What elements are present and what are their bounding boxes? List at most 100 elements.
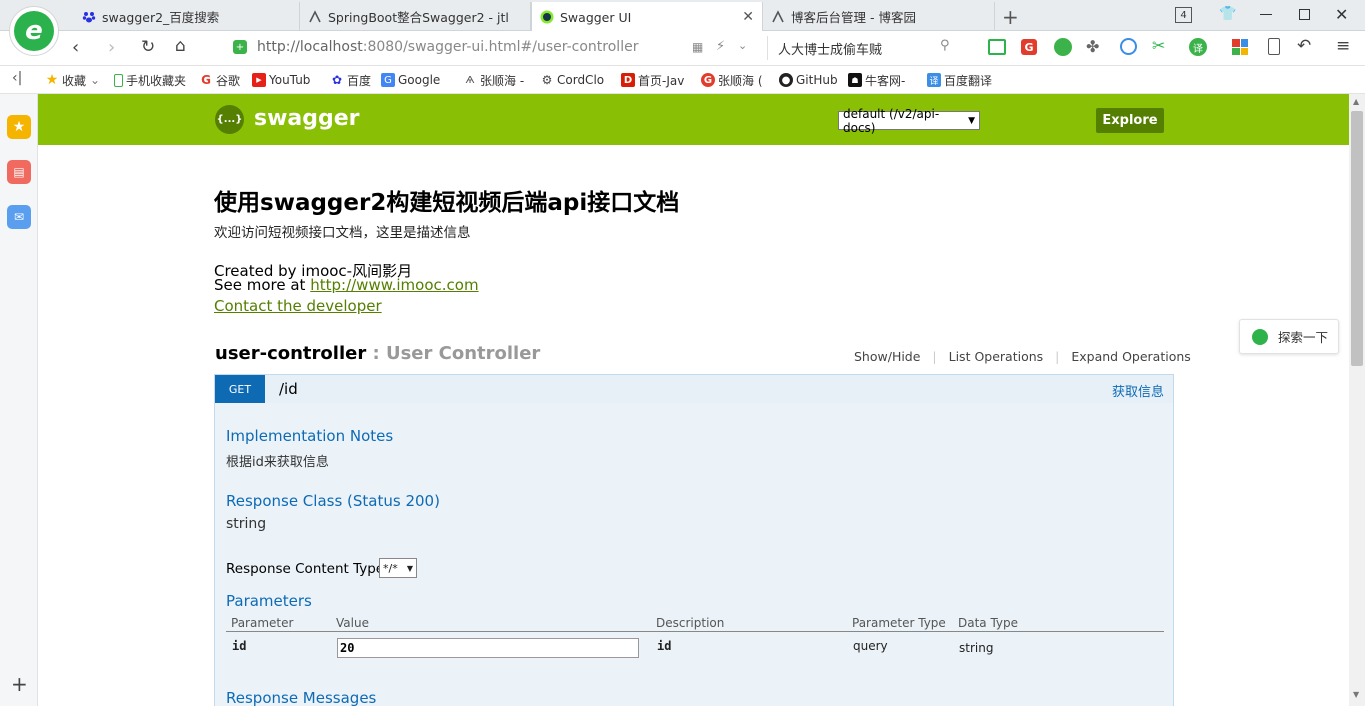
operation-header[interactable]: GET /id 获取信息 bbox=[214, 374, 1174, 404]
controller-heading[interactable]: user-controller : User Controller bbox=[215, 343, 540, 364]
apps-grid-icon[interactable] bbox=[1232, 39, 1248, 55]
close-tab-icon[interactable]: ✕ bbox=[742, 9, 754, 25]
contact-developer-link[interactable]: Contact the developer bbox=[214, 297, 382, 315]
url-field[interactable]: http://localhost:8080/swagger-ui.html#/u… bbox=[257, 39, 638, 55]
content-type-select[interactable]: */* ▼ bbox=[379, 558, 417, 578]
shirt-icon[interactable]: 👕 bbox=[1219, 6, 1236, 22]
tab-springboot-swagger2[interactable]: SpringBoot整合Swagger2 - jtl bbox=[300, 2, 531, 31]
menu-icon[interactable]: ≡ bbox=[1336, 36, 1350, 56]
chevron-down-icon: ⌄ bbox=[90, 73, 101, 87]
url-path: :8080/swagger-ui.html#/user-controller bbox=[362, 39, 639, 55]
swagger-logo-text[interactable]: swagger bbox=[254, 106, 360, 131]
forward-icon[interactable]: › bbox=[108, 37, 115, 58]
block-icon[interactable] bbox=[1120, 38, 1137, 55]
bookmark-baidu[interactable]: ✿ 百度 bbox=[330, 71, 376, 89]
operation-summary[interactable]: 获取信息 bbox=[1112, 381, 1164, 400]
bookmark-baidu-translate[interactable]: 译百度翻译 bbox=[927, 71, 999, 89]
params-header-row: Parameter Value Description Parameter Ty… bbox=[226, 616, 1164, 632]
address-bar: ‹ › ↻ ⌂ + http://localhost:8080/swagger-… bbox=[0, 31, 1365, 66]
search-input[interactable]: 人大博士成偷车贼 bbox=[778, 39, 882, 58]
bookmark-google[interactable]: G Google bbox=[381, 71, 447, 89]
home-icon[interactable]: ⌂ bbox=[175, 36, 186, 56]
value-col-header: Value bbox=[336, 616, 369, 630]
new-tab-icon[interactable]: + bbox=[1002, 5, 1019, 29]
browser-logo-icon[interactable]: e bbox=[9, 6, 59, 56]
swagger-page: {...} swagger default (/v2/api-docs) ▼ E… bbox=[38, 94, 1349, 706]
bookmark-mobile[interactable]: 手机收藏夹 bbox=[114, 71, 192, 89]
controller-actions: Show/Hide | List Operations | Expand Ope… bbox=[854, 349, 1191, 364]
bookmark-zhang-csdn[interactable]: Ѧ 张顺海 - bbox=[463, 71, 527, 89]
operation-body: Implementation Notes 根据id来获取信息 Response … bbox=[214, 403, 1174, 706]
bookmark-github[interactable]: ● GitHub bbox=[779, 71, 841, 89]
nowcoder-icon: ☗ bbox=[848, 73, 862, 87]
device-icon[interactable] bbox=[1268, 38, 1280, 55]
bookmark-java-home[interactable]: D 首页-Jav bbox=[621, 71, 689, 89]
translate-ext-icon[interactable]: 译 bbox=[1189, 38, 1207, 56]
bookmark-youtube[interactable]: ▶ YouTub bbox=[252, 71, 318, 89]
tab-swagger-ui[interactable]: Swagger UI ✕ bbox=[531, 2, 763, 32]
search-box[interactable]: 人大博士成偷车贼 ⚲ bbox=[767, 36, 962, 60]
param-value-input[interactable] bbox=[337, 638, 639, 658]
puzzle-icon[interactable]: ✤ bbox=[1086, 37, 1099, 56]
bookmarks-bar: ‹| ★ 收藏 ⌄ 手机收藏夹 G 谷歌 ▶ YouTub ✿ 百度 G Google Ѧ张… bbox=[0, 66, 1365, 94]
tab-blog-admin[interactable]: 博客后台管理 - 博客园 bbox=[763, 2, 995, 31]
restore-icon[interactable] bbox=[1299, 9, 1310, 20]
mail-icon[interactable]: ✉ bbox=[7, 205, 31, 229]
scroll-up-icon[interactable]: ▲ bbox=[1353, 97, 1359, 106]
show-hide-link[interactable]: Show/Hide bbox=[854, 349, 920, 364]
scrollbar-thumb[interactable] bbox=[1351, 111, 1363, 366]
swagger-favicon-icon bbox=[540, 10, 554, 24]
impl-notes-title: Implementation Notes bbox=[226, 427, 394, 445]
explore-float-button[interactable]: 探索一下 bbox=[1239, 319, 1339, 354]
back-icon[interactable]: ‹ bbox=[72, 37, 79, 58]
csdn-icon bbox=[309, 9, 321, 22]
leaf-extension-icon[interactable] bbox=[1054, 38, 1072, 56]
api-docs-select[interactable]: default (/v2/api-docs) ▼ bbox=[838, 107, 980, 135]
undo-icon[interactable]: ↶ bbox=[1297, 36, 1311, 56]
baidu-icon: ✿ bbox=[331, 73, 343, 87]
search-icon[interactable]: ⚲ bbox=[940, 38, 950, 53]
browser-sidebar: ★ ▤ ✉ + bbox=[0, 94, 38, 706]
tab-label: SpringBoot整合Swagger2 - jtl bbox=[328, 10, 509, 25]
window-close-icon[interactable]: ✕ bbox=[1335, 5, 1348, 24]
page-scrollbar[interactable]: ▲ ▼ bbox=[1349, 94, 1365, 706]
get-method-badge[interactable]: GET bbox=[215, 375, 265, 403]
imooc-link[interactable]: http://www.imooc.com bbox=[310, 276, 478, 294]
favorites-star-icon[interactable]: ★ bbox=[7, 115, 31, 139]
impl-notes-text: 根据id来获取信息 bbox=[226, 455, 329, 470]
minimize-icon[interactable] bbox=[1260, 14, 1272, 15]
bookmark-favorites[interactable]: ★ 收藏 ⌄ bbox=[45, 71, 107, 89]
bookmark-zhang-g[interactable]: G 张顺海 ( bbox=[701, 71, 769, 89]
bookmark-google-cn[interactable]: G 谷歌 bbox=[199, 71, 247, 89]
tab-label: Swagger UI bbox=[560, 9, 632, 25]
reader-icon[interactable] bbox=[988, 39, 1006, 55]
lightning-icon[interactable]: ⚡ bbox=[716, 39, 725, 54]
scissors-icon[interactable]: ✂ bbox=[1152, 36, 1165, 55]
swagger-logo-icon[interactable]: {...} bbox=[215, 105, 244, 134]
reader-list-icon[interactable]: ▤ bbox=[7, 160, 31, 184]
collapse-sidebar-icon[interactable]: ‹| bbox=[12, 70, 22, 86]
url-host: http://localhost bbox=[257, 39, 363, 55]
tab-label: 博客后台管理 - 博客园 bbox=[791, 10, 916, 25]
param-type: query bbox=[853, 639, 888, 653]
operation-path[interactable]: /id bbox=[279, 380, 298, 398]
tab-baidu-search[interactable]: swagger2_百度搜索 bbox=[74, 2, 300, 31]
g-extension-icon[interactable]: G bbox=[1021, 39, 1037, 55]
tab-count-badge[interactable]: 4 bbox=[1175, 7, 1192, 23]
expand-operations-link[interactable]: Expand Operations bbox=[1071, 349, 1190, 364]
add-sidebar-icon[interactable]: + bbox=[11, 672, 28, 696]
chevron-down-icon[interactable]: ⌄ bbox=[738, 39, 747, 52]
bookmark-nowcoder[interactable]: ☗ 牛客网- bbox=[848, 71, 912, 89]
param-col-header: Parameter bbox=[231, 616, 294, 630]
scroll-down-icon[interactable]: ▼ bbox=[1353, 690, 1359, 699]
qr-code-icon[interactable]: ▦ bbox=[692, 40, 703, 54]
github-icon: ● bbox=[779, 73, 793, 87]
see-more: See more at http://www.imooc.com bbox=[214, 276, 479, 294]
explore-button[interactable]: Explore bbox=[1096, 108, 1164, 133]
leaf-icon bbox=[1252, 328, 1268, 345]
bookmark-cordcloud[interactable]: ⚙ CordClo bbox=[540, 71, 610, 89]
secure-shield-icon[interactable]: + bbox=[233, 40, 247, 54]
data-type-col-header: Data Type bbox=[958, 616, 1019, 630]
reload-icon[interactable]: ↻ bbox=[141, 37, 155, 57]
list-operations-link[interactable]: List Operations bbox=[949, 349, 1044, 364]
